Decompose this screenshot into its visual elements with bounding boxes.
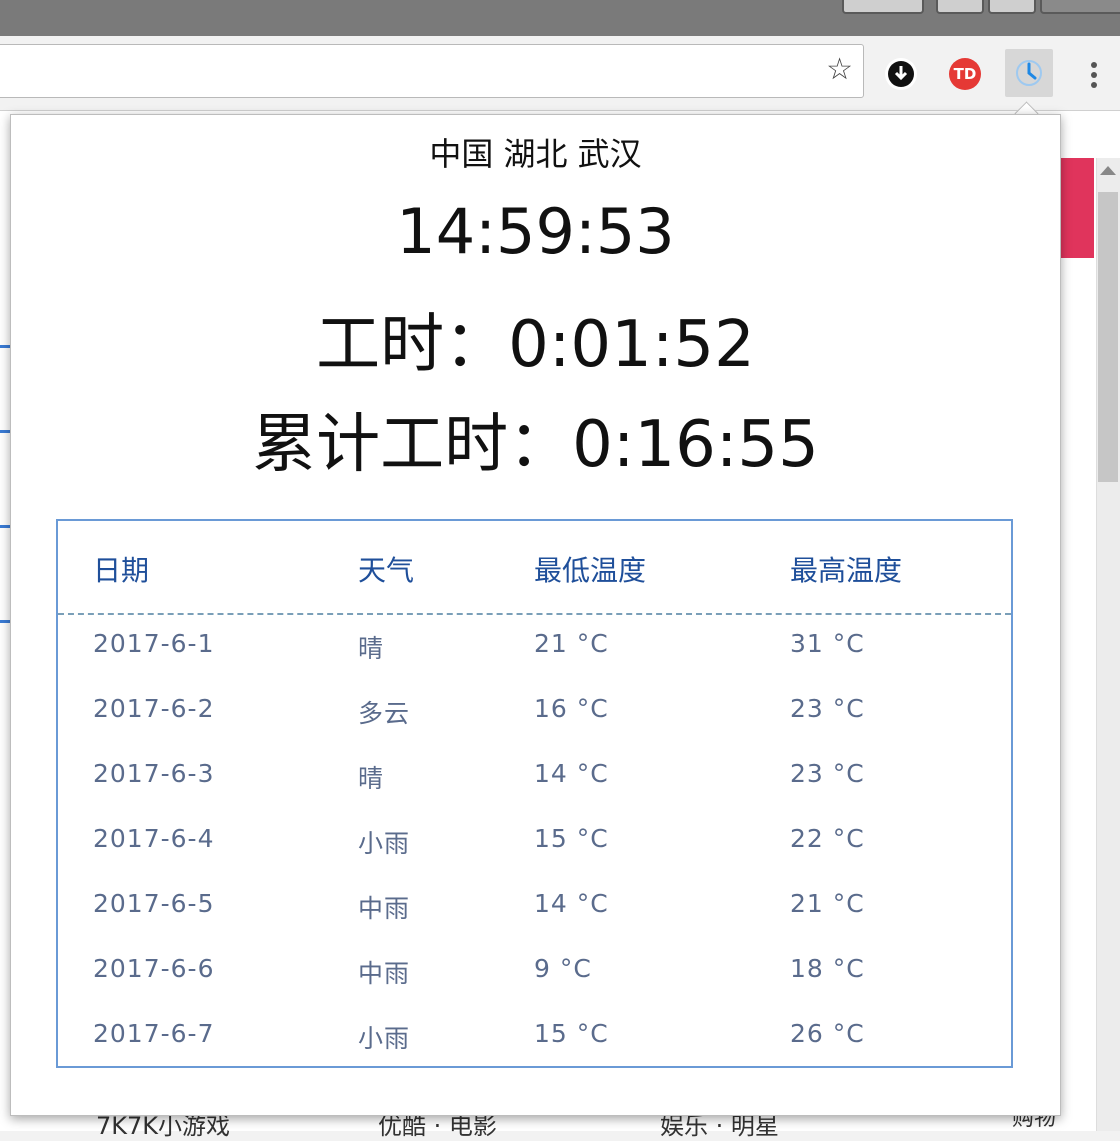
profile-button[interactable] xyxy=(842,0,924,14)
cell-low-temp: 15 °C xyxy=(534,1019,609,1048)
cell-weather: 多云 xyxy=(358,699,411,728)
cell-date: 2017-6-2 xyxy=(93,694,215,723)
header-low-temp: 最低温度 xyxy=(534,554,647,587)
clock-extension-icon xyxy=(1016,60,1042,86)
bookmark-star-icon[interactable]: ☆ xyxy=(826,53,853,87)
table-header: 日期 天气 最低温度 最高温度 xyxy=(58,521,1011,615)
cell-low-temp: 15 °C xyxy=(534,824,609,853)
cell-weather: 小雨 xyxy=(358,1024,411,1053)
cell-weather: 晴 xyxy=(358,634,385,663)
cell-low-temp: 9 °C xyxy=(534,954,592,983)
close-window-button[interactable] xyxy=(1040,0,1120,14)
browser-menu-icon[interactable] xyxy=(1091,62,1097,68)
table-row: 2017-6-2 多云 16 °C 23 °C xyxy=(58,680,1011,745)
weather-forecast-table: 日期 天气 最低温度 最高温度 2017-6-1 晴 21 °C 31 °C 2… xyxy=(56,519,1013,1068)
cell-weather: 晴 xyxy=(358,764,385,793)
td-extension-button[interactable]: TD xyxy=(949,58,981,90)
cell-high-temp: 23 °C xyxy=(790,759,865,788)
cell-low-temp: 21 °C xyxy=(534,629,609,658)
header-high-temp: 最高温度 xyxy=(790,554,903,587)
advertisement-banner[interactable] xyxy=(1060,158,1094,258)
table-row: 2017-6-3 晴 14 °C 23 °C xyxy=(58,745,1011,810)
cell-low-temp: 14 °C xyxy=(534,889,609,918)
cell-date: 2017-6-7 xyxy=(93,1019,215,1048)
table-row: 2017-6-6 中雨 9 °C 18 °C xyxy=(58,940,1011,1005)
cell-high-temp: 23 °C xyxy=(790,694,865,723)
clock-extension-button[interactable] xyxy=(1005,49,1053,97)
cell-date: 2017-6-6 xyxy=(93,954,215,983)
cell-low-temp: 16 °C xyxy=(534,694,609,723)
maximize-button[interactable] xyxy=(988,0,1036,14)
current-time: 14:59:53 xyxy=(396,195,675,268)
td-extension-icon: TD xyxy=(953,65,977,83)
download-extension-icon xyxy=(888,61,914,87)
download-extension-button[interactable] xyxy=(885,58,917,90)
cell-weather: 中雨 xyxy=(358,894,411,923)
cell-weather: 中雨 xyxy=(358,959,411,988)
header-date: 日期 xyxy=(93,554,150,587)
cell-high-temp: 26 °C xyxy=(790,1019,865,1048)
table-row: 2017-6-5 中雨 14 °C 21 °C xyxy=(58,875,1011,940)
window-titlebar xyxy=(0,0,1120,36)
cell-weather: 小雨 xyxy=(358,829,411,858)
cell-high-temp: 18 °C xyxy=(790,954,865,983)
minimize-button[interactable] xyxy=(936,0,984,14)
total-work-time: 累计工时：0:16:55 xyxy=(252,408,819,482)
scrollbar-thumb[interactable] xyxy=(1098,192,1118,482)
cell-high-temp: 31 °C xyxy=(790,629,865,658)
work-time: 工时：0:01:52 xyxy=(316,308,755,382)
cell-date: 2017-6-5 xyxy=(93,889,215,918)
cell-low-temp: 14 °C xyxy=(534,759,609,788)
address-bar[interactable]: ☆ xyxy=(0,44,864,98)
cell-date: 2017-6-3 xyxy=(93,759,215,788)
scroll-up-arrow-icon[interactable] xyxy=(1100,166,1116,175)
header-weather: 天气 xyxy=(358,554,415,587)
cell-high-temp: 22 °C xyxy=(790,824,865,853)
cell-date: 2017-6-4 xyxy=(93,824,215,853)
extension-popup: 中国 湖北 武汉 14:59:53 工时：0:01:52 累计工时：0:16:5… xyxy=(10,114,1061,1116)
cell-high-temp: 21 °C xyxy=(790,889,865,918)
table-row: 2017-6-1 晴 21 °C 31 °C xyxy=(58,615,1011,680)
table-row: 2017-6-4 小雨 15 °C 22 °C xyxy=(58,810,1011,875)
table-row: 2017-6-7 小雨 15 °C 26 °C xyxy=(58,1005,1011,1070)
cell-date: 2017-6-1 xyxy=(93,629,215,658)
location-label: 中国 湖北 武汉 xyxy=(429,135,642,173)
